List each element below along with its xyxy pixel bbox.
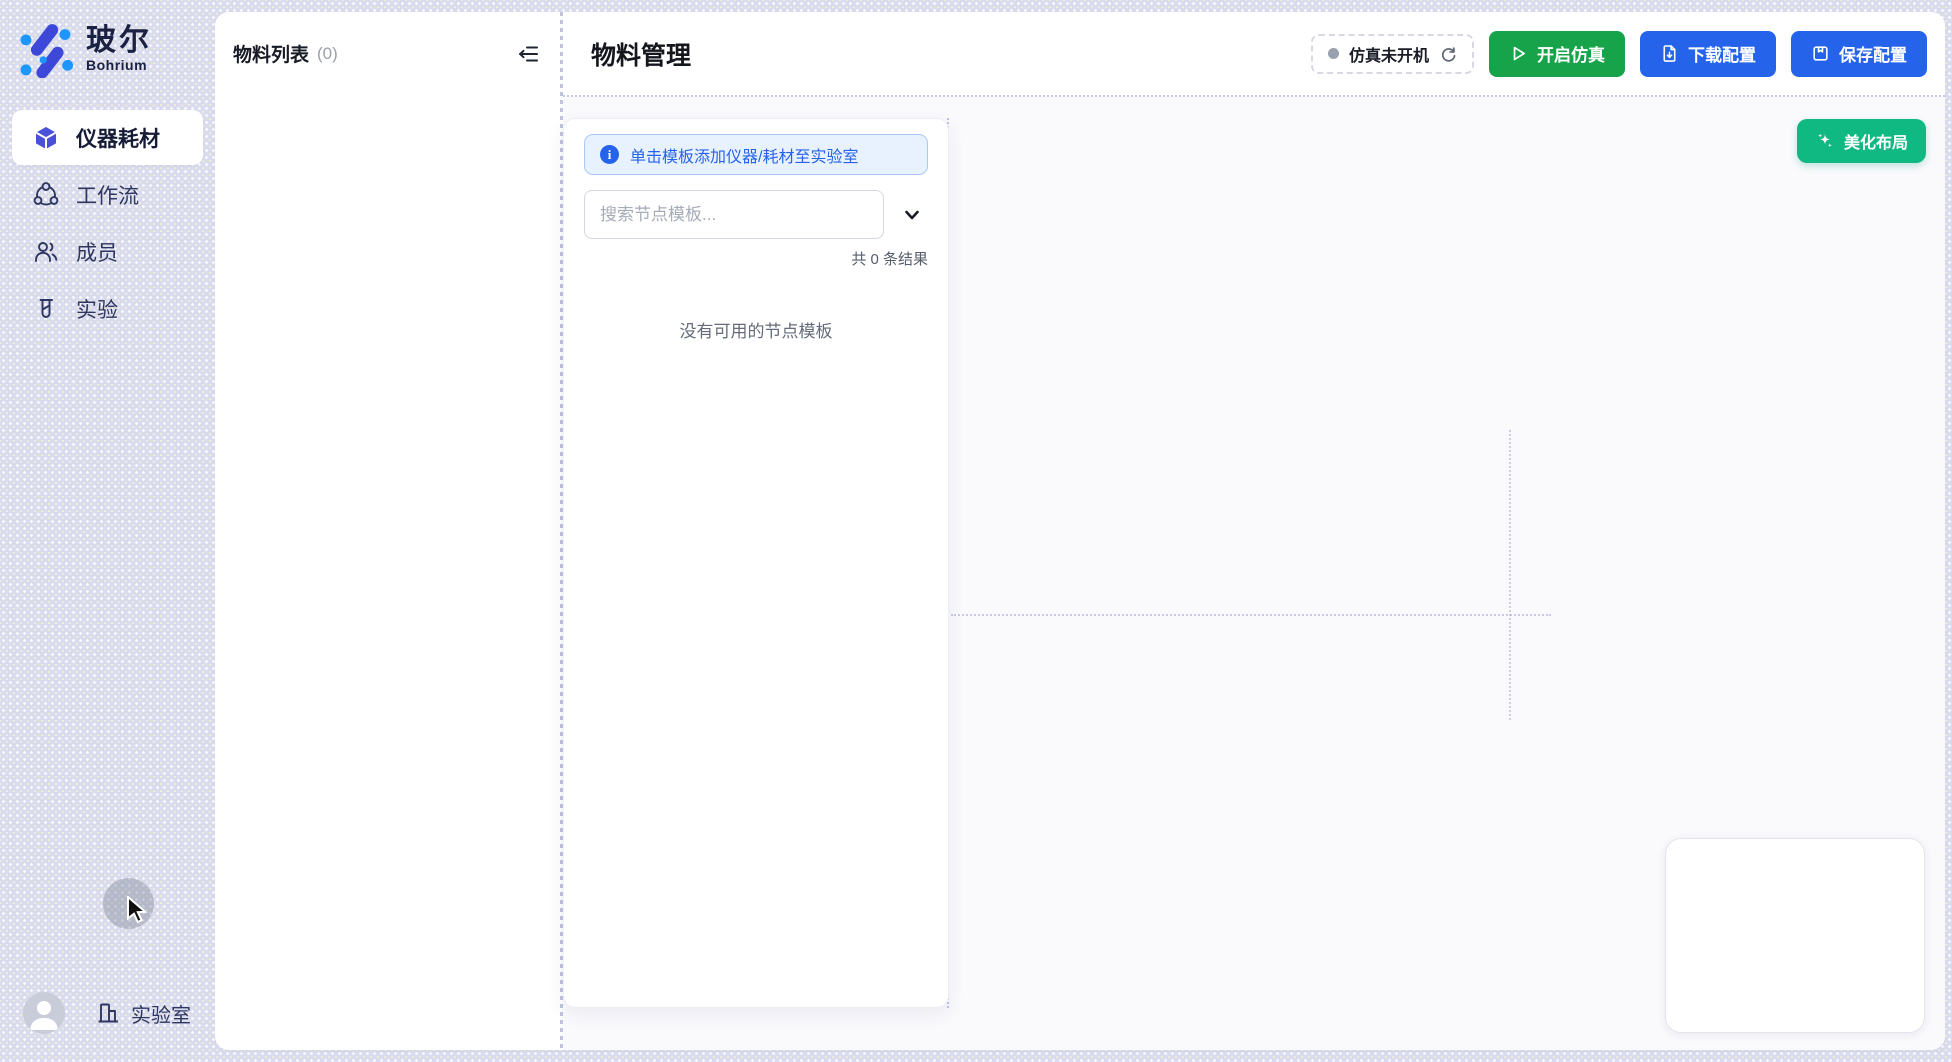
status-dot	[1328, 48, 1339, 59]
materials-count: (0)	[317, 44, 338, 64]
page-title: 物料管理	[591, 36, 691, 72]
bohrium-logo-icon	[16, 20, 74, 78]
refresh-icon[interactable]	[1439, 45, 1457, 63]
search-input[interactable]	[584, 190, 884, 239]
beautify-layout-label: 美化布局	[1844, 129, 1908, 153]
info-icon: i	[600, 145, 619, 164]
person-icon	[23, 992, 65, 1034]
save-config-label: 保存配置	[1839, 41, 1907, 66]
sidebar-item-instruments[interactable]: 仪器耗材	[12, 110, 203, 165]
simulation-status-pill[interactable]: 仿真未开机	[1311, 34, 1474, 74]
flow-canvas[interactable]: i 单击模板添加仪器/耗材至实验室 共 0 条结果 没有可用的节点模板	[563, 97, 1945, 1050]
box-icon	[33, 125, 59, 151]
save-config-button[interactable]: 保存配置	[1791, 31, 1927, 77]
main-header: 物料管理 仿真未开机 开启仿真	[563, 12, 1945, 97]
save-icon	[1811, 44, 1830, 63]
chevron-down-icon[interactable]	[896, 199, 928, 231]
sidebar-item-label: 成员	[76, 237, 118, 267]
sidebar-bottom: 实验室	[0, 992, 215, 1034]
mouse-cursor	[126, 896, 152, 924]
hint-banner: i 单击模板添加仪器/耗材至实验室	[584, 134, 928, 175]
helper-line-vertical-2	[1509, 430, 1511, 720]
workflow-icon	[33, 182, 59, 208]
start-simulation-button[interactable]: 开启仿真	[1489, 31, 1625, 77]
sidebar-item-label: 仪器耗材	[76, 123, 160, 153]
sidebar-item-members[interactable]: 成员	[12, 224, 203, 279]
sparkles-icon	[1815, 131, 1835, 151]
content-card: 物料列表 (0) 物料管理 仿真未开机	[215, 12, 1945, 1050]
brand-logo: 玻尔 Bohrium	[0, 0, 215, 78]
sidebar-nav: 仪器耗材 工作流 成员	[0, 110, 215, 336]
beautify-layout-button[interactable]: 美化布局	[1797, 119, 1926, 163]
building-icon	[95, 1000, 121, 1026]
download-config-label: 下载配置	[1688, 41, 1756, 66]
collapse-panel-icon[interactable]	[516, 41, 542, 67]
users-icon	[33, 239, 59, 265]
node-template-panel: i 单击模板添加仪器/耗材至实验室 共 0 条结果 没有可用的节点模板	[563, 118, 949, 1008]
play-icon	[1509, 44, 1528, 63]
minimap-panel[interactable]	[1665, 838, 1925, 1033]
file-download-icon	[1660, 44, 1679, 63]
materials-panel: 物料列表 (0)	[215, 12, 560, 1050]
brand-name-en: Bohrium	[86, 57, 152, 73]
avatar[interactable]	[23, 992, 65, 1034]
start-simulation-label: 开启仿真	[1537, 41, 1605, 66]
lab-label: 实验室	[131, 999, 191, 1028]
helper-line-horizontal	[951, 614, 1551, 616]
main-column: 物料管理 仿真未开机 开启仿真	[563, 12, 1945, 1050]
materials-title: 物料列表	[233, 40, 309, 67]
status-label: 仿真未开机	[1349, 42, 1429, 66]
hint-banner-text: 单击模板添加仪器/耗材至实验室	[630, 143, 858, 167]
sidebar: 玻尔 Bohrium 仪器耗材 工作流	[0, 0, 215, 1062]
empty-state-text: 没有可用的节点模板	[584, 317, 928, 342]
lab-switcher[interactable]: 实验室	[95, 999, 191, 1028]
materials-panel-header: 物料列表 (0)	[233, 40, 542, 67]
sidebar-item-label: 工作流	[76, 180, 139, 210]
header-actions: 仿真未开机 开启仿真	[1311, 31, 1927, 77]
brand-name-zh: 玻尔	[86, 25, 152, 57]
sidebar-item-workflow[interactable]: 工作流	[12, 167, 203, 222]
test-tube-icon	[33, 296, 59, 322]
sidebar-item-experiments[interactable]: 实验	[12, 281, 203, 336]
sidebar-item-label: 实验	[76, 294, 118, 324]
download-config-button[interactable]: 下载配置	[1640, 31, 1776, 77]
result-count: 共 0 条结果	[584, 248, 928, 269]
